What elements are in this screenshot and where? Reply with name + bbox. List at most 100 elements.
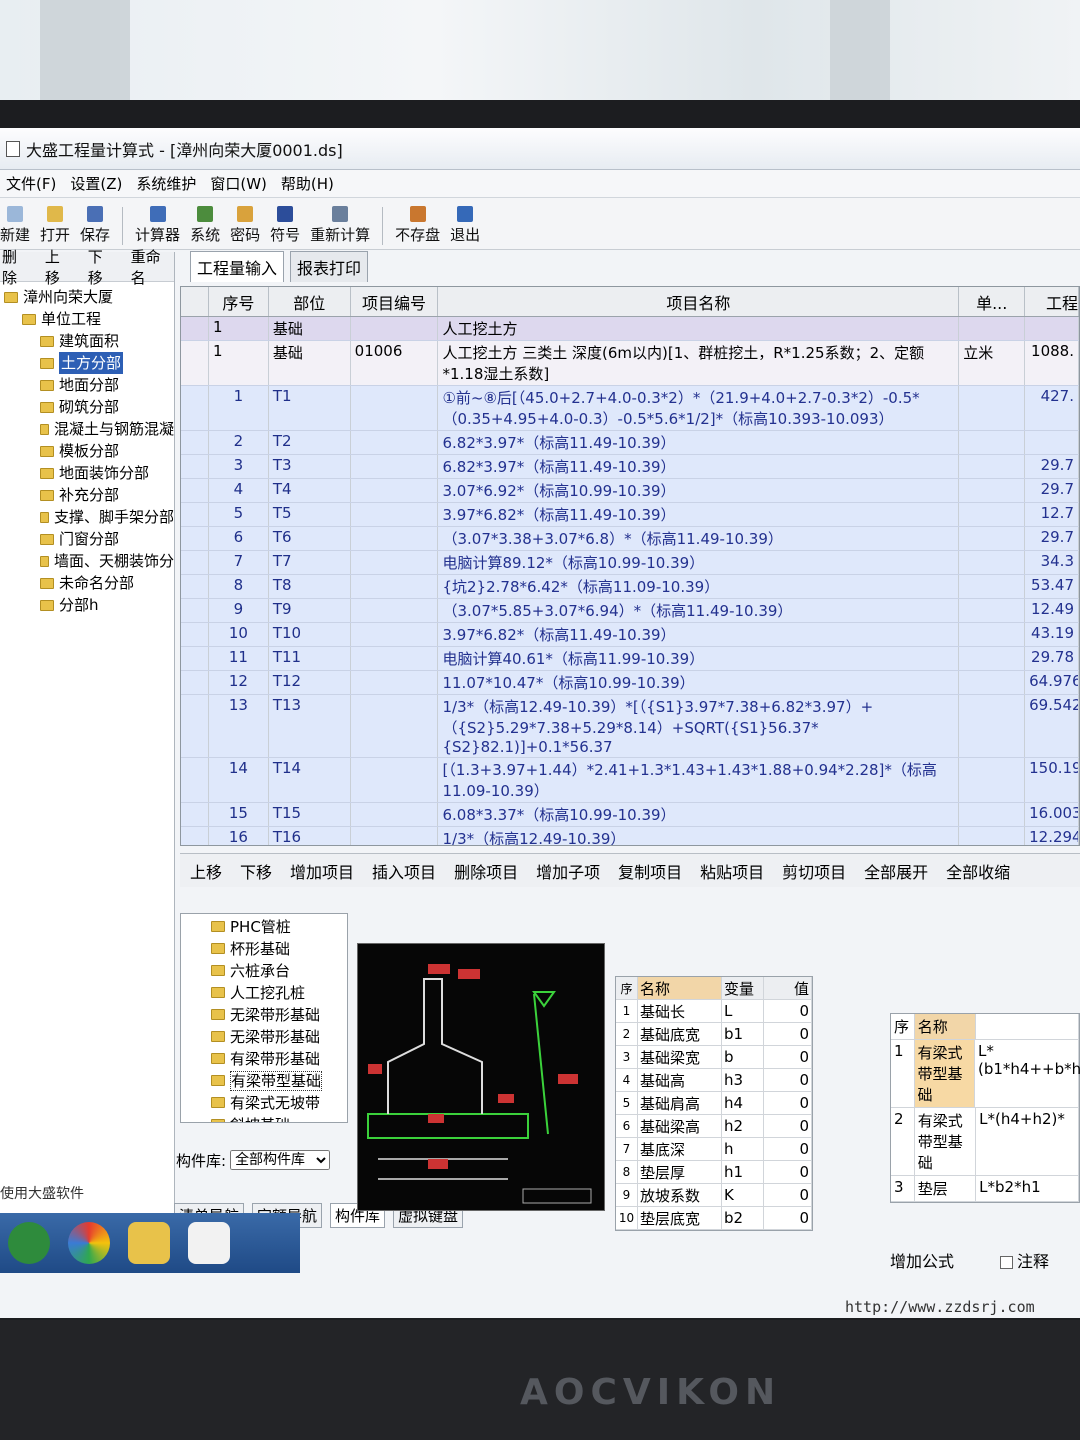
cell-unit[interactable]	[959, 647, 1026, 670]
cell-unit[interactable]	[959, 527, 1026, 550]
param-val[interactable]: 0	[764, 1023, 812, 1045]
tree-node[interactable]: 砌筑分部	[2, 396, 174, 418]
library-item[interactable]: 无梁带形基础	[211, 1004, 347, 1026]
table-row[interactable]: 1 T1 ①前~⑧后[（45.0+2.7+4.0-0.3*2）*（21.9+4.0+…	[181, 386, 1079, 431]
cell-part[interactable]: T6	[269, 527, 351, 550]
param-val[interactable]: 0	[764, 1069, 812, 1091]
library-item[interactable]: 有梁带型基础	[211, 1070, 347, 1092]
note-checkbox[interactable]: 注释	[1000, 1248, 1049, 1272]
grid-op-button-4[interactable]: 删除项目	[454, 859, 518, 883]
tree-node[interactable]: 漳州向荣大厦	[2, 286, 174, 308]
cell-code[interactable]	[351, 503, 439, 526]
table-row[interactable]: 4 T4 3.07*6.92*（标高10.99-10.39） 29.7	[181, 479, 1079, 503]
table-row[interactable]: 1 基础 01006 人工挖土方 三类土 深度(6m以内)[1、群桩挖土，R*1.25…	[181, 341, 1079, 386]
toolbar-button-2[interactable]: 保存	[80, 206, 110, 245]
cell-unit[interactable]	[959, 575, 1026, 598]
cell-part[interactable]: T3	[269, 455, 351, 478]
cell-name[interactable]: 6.08*3.37*（标高10.99-10.39）	[438, 803, 960, 826]
cell-unit[interactable]	[959, 431, 1026, 454]
tree-node[interactable]: 墙面、天棚装饰分	[2, 550, 174, 572]
toolbar-button-1[interactable]: 打开	[40, 206, 70, 245]
table-row[interactable]: 8 T8 {坑2}2.78*6.42*（标高11.09-10.39） 53.47	[181, 575, 1079, 599]
cell-part[interactable]: T16	[269, 827, 351, 845]
grid-op-button-7[interactable]: 粘贴项目	[700, 859, 764, 883]
cell-name[interactable]: （3.07*5.85+3.07*6.94）*（标高11.49-10.39）	[438, 599, 960, 622]
cell-part[interactable]: T1	[269, 386, 351, 430]
tree-node[interactable]: 门窗分部	[2, 528, 174, 550]
cell-qty[interactable]: 53.47	[1025, 575, 1079, 598]
tree-delete-button[interactable]: 删除	[2, 246, 31, 288]
grid-op-button-8[interactable]: 剪切项目	[782, 859, 846, 883]
toolbar-button-8[interactable]: 不存盘	[395, 206, 440, 245]
cell-qty[interactable]: 29.7	[1025, 479, 1079, 502]
cell-name[interactable]: 电脑计算89.12*（标高10.99-10.39）	[438, 551, 960, 574]
toolbar-button-9[interactable]: 退出	[450, 206, 480, 245]
cell-code[interactable]	[351, 599, 439, 622]
param-row[interactable]: 1 基础长 L 0	[616, 1000, 812, 1023]
cell-unit[interactable]	[959, 623, 1026, 646]
cell-part[interactable]: T11	[269, 647, 351, 670]
cell-seq[interactable]: 4	[209, 479, 269, 502]
grid-op-button-2[interactable]: 增加项目	[290, 859, 354, 883]
param-row[interactable]: 9 放坡系数 K 0	[616, 1184, 812, 1207]
tree-node[interactable]: 未命名分部	[2, 572, 174, 594]
cell-name[interactable]: {坑2}2.78*6.42*（标高11.09-10.39）	[438, 575, 960, 598]
param-row[interactable]: 3 基础梁宽 b 0	[616, 1046, 812, 1069]
cell-unit[interactable]	[959, 479, 1026, 502]
cell-qty[interactable]: 34.3	[1025, 551, 1079, 574]
table-row[interactable]: 1 基础 人工挖土方	[181, 317, 1079, 341]
param-val[interactable]: 0	[764, 1184, 812, 1206]
cell-name[interactable]: 6.82*3.97*（标高11.49-10.39）	[438, 455, 960, 478]
cell-part[interactable]: T10	[269, 623, 351, 646]
cell-seq[interactable]: 1	[209, 341, 269, 385]
tree-node[interactable]: 建筑面积	[2, 330, 174, 352]
cell-qty[interactable]: 12.7	[1025, 503, 1079, 526]
toolbar-button-3[interactable]: 计算器	[135, 206, 180, 245]
cell-code[interactable]: 01006	[351, 341, 439, 385]
tree-move-down-button[interactable]: 下移	[88, 246, 117, 288]
tree-node[interactable]: 分部h	[2, 594, 174, 616]
tree-node[interactable]: 模板分部	[2, 440, 174, 462]
tree-node[interactable]: 地面装饰分部	[2, 462, 174, 484]
cell-seq[interactable]: 14	[209, 758, 269, 802]
cell-part[interactable]: 基础	[269, 317, 351, 340]
library-select[interactable]: 全部构件库	[230, 1150, 331, 1170]
grid-op-button-3[interactable]: 插入项目	[372, 859, 436, 883]
library-item[interactable]: 无梁带形基础	[211, 1026, 347, 1048]
table-row[interactable]: 6 T6 （3.07*3.38+3.07*6.8）*（标高11.49-10.39） 2…	[181, 527, 1079, 551]
cell-qty[interactable]: 69.542	[1025, 695, 1079, 757]
toolbar-button-6[interactable]: 符号	[270, 206, 300, 245]
cell-name[interactable]: 3.97*6.82*（标高11.49-10.39）	[438, 503, 960, 526]
cell-code[interactable]	[351, 803, 439, 826]
cell-unit[interactable]	[959, 551, 1026, 574]
cell-seq[interactable]: 16	[209, 827, 269, 845]
cell-qty[interactable]: 12.294	[1025, 827, 1079, 845]
param-row[interactable]: 10 垫层底宽 b2 0	[616, 1207, 812, 1230]
menu-maintenance[interactable]: 系统维护	[136, 173, 196, 194]
cell-code[interactable]	[351, 623, 439, 646]
folder-icon[interactable]	[128, 1222, 170, 1264]
cell-name[interactable]: 1/3*（标高12.49-10.39）	[438, 827, 960, 845]
toolbar-button-5[interactable]: 密码	[230, 206, 260, 245]
grid-op-button-5[interactable]: 增加子项	[536, 859, 600, 883]
cell-qty[interactable]: 29.7	[1025, 527, 1079, 550]
cell-part[interactable]: T5	[269, 503, 351, 526]
cell-qty[interactable]: 427.	[1025, 386, 1079, 430]
cell-part[interactable]: T9	[269, 599, 351, 622]
library-item[interactable]: PHC管桩	[211, 916, 347, 938]
param-row[interactable]: 4 基础高 h3 0	[616, 1069, 812, 1092]
cell-seq[interactable]: 1	[209, 386, 269, 430]
grid-op-button-10[interactable]: 全部收缩	[946, 859, 1010, 883]
cell-unit[interactable]	[959, 503, 1026, 526]
cell-part[interactable]: T12	[269, 671, 351, 694]
library-item[interactable]: 斜坡基础	[211, 1114, 347, 1122]
cell-code[interactable]	[351, 671, 439, 694]
formula-row[interactable]: 3 垫层 L*b2*h1	[891, 1176, 1079, 1202]
cell-seq[interactable]: 5	[209, 503, 269, 526]
param-val[interactable]: 0	[764, 1161, 812, 1183]
table-row[interactable]: 9 T9 （3.07*5.85+3.07*6.94）*（标高11.49-10.39）…	[181, 599, 1079, 623]
table-row[interactable]: 5 T5 3.97*6.82*（标高11.49-10.39） 12.7	[181, 503, 1079, 527]
cell-name[interactable]: 人工挖土方 三类土 深度(6m以内)[1、群桩挖土，R*1.25系数；2、定额*…	[438, 341, 960, 385]
cell-unit[interactable]	[959, 317, 1026, 340]
cell-code[interactable]	[351, 551, 439, 574]
